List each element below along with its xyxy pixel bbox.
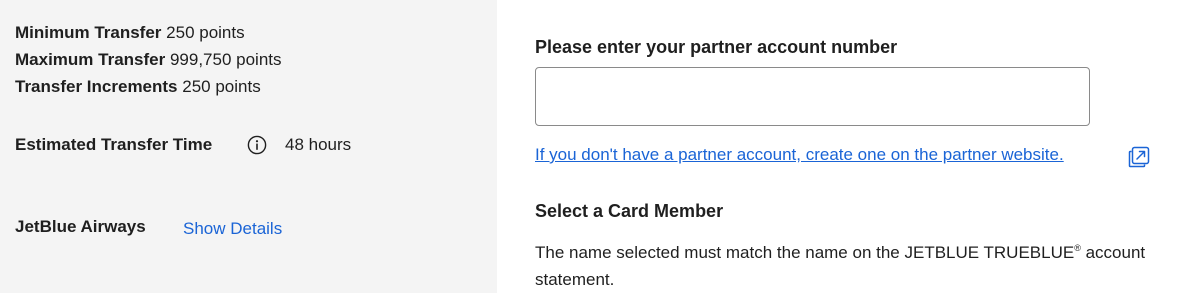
description-text: The name selected must match the name on… — [535, 243, 1075, 262]
minimum-transfer-label: Minimum Transfer — [15, 23, 162, 42]
card-member-section-title: Select a Card Member — [535, 201, 724, 221]
account-number-input[interactable] — [535, 67, 1090, 126]
create-partner-account-link[interactable]: If you don't have a partner account, cre… — [535, 144, 1064, 166]
minimum-transfer-row: Minimum Transfer 250 points — [15, 22, 245, 44]
maximum-transfer-label: Maximum Transfer — [15, 50, 166, 69]
estimated-transfer-time-value: 48 hours — [285, 135, 352, 154]
info-icon[interactable] — [247, 135, 267, 155]
partner-name: JetBlue Airways — [15, 217, 146, 236]
minimum-transfer-value: 250 points — [166, 23, 245, 42]
registered-mark: ® — [1074, 243, 1081, 253]
transfer-increments-row: Transfer Increments 250 points — [15, 76, 261, 98]
transfer-info-panel: Minimum Transfer 250 points Maximum Tran… — [0, 0, 497, 293]
card-member-description: The name selected must match the name on… — [535, 239, 1155, 293]
account-form-panel: Please enter your partner account number… — [497, 0, 1200, 293]
maximum-transfer-row: Maximum Transfer 999,750 points — [15, 49, 282, 71]
show-details-link[interactable]: Show Details — [183, 218, 282, 240]
estimated-transfer-time-label: Estimated Transfer Time — [15, 135, 213, 154]
maximum-transfer-value: 999,750 points — [169, 50, 282, 69]
external-link-icon[interactable] — [1127, 145, 1151, 169]
transfer-increments-label: Transfer Increments — [15, 77, 178, 96]
transfer-increments-value: 250 points — [182, 77, 261, 96]
account-number-label: Please enter your partner account number — [535, 37, 898, 57]
